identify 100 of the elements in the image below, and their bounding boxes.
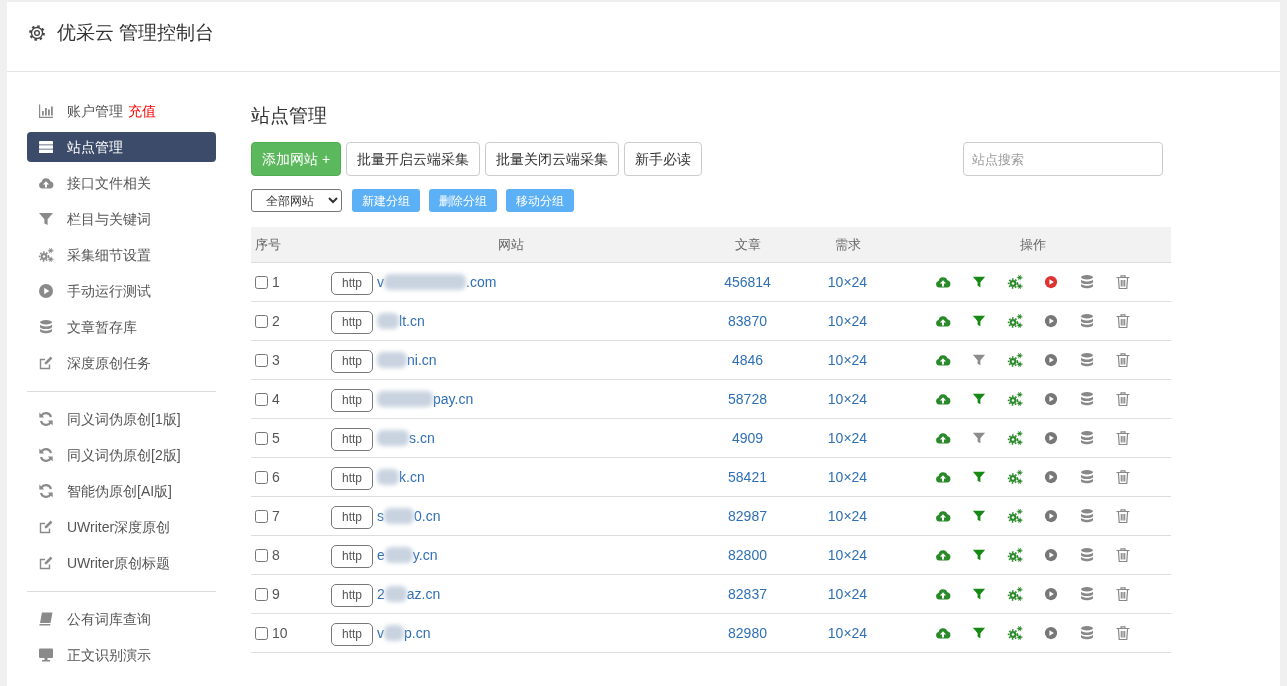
trash-icon[interactable] [1115,547,1131,563]
site-link[interactable]: v .com [377,271,497,293]
trash-icon[interactable] [1115,586,1131,602]
row-checkbox[interactable] [255,509,268,523]
http-button[interactable]: http [331,583,373,607]
play-icon[interactable] [1044,275,1058,289]
cloud-upload-icon[interactable] [935,352,951,368]
article-count-link[interactable]: 82980 [728,622,767,644]
cloud-upload-icon[interactable] [935,508,951,524]
gears-icon[interactable] [1007,547,1023,563]
sidebar-item[interactable]: 接口文件相关 [27,168,216,198]
sidebar-item[interactable]: 站点管理 [27,132,216,162]
gears-icon[interactable] [1007,274,1023,290]
article-count-link[interactable]: 83870 [728,310,767,332]
gears-icon[interactable] [1007,352,1023,368]
trash-icon[interactable] [1115,625,1131,641]
toolbar-button[interactable]: 批量关闭云端采集 [485,142,620,176]
demand-link[interactable]: 10×24 [827,427,868,449]
http-button[interactable]: http [331,622,373,646]
site-link[interactable]: pay.cn [377,388,474,410]
cloud-upload-icon[interactable] [935,391,951,407]
sidebar-item[interactable]: 采集细节设置 [27,240,216,270]
demand-link[interactable]: 10×24 [827,388,868,410]
cloud-upload-icon[interactable] [935,313,951,329]
sidebar-item[interactable]: 手动运行测试 [27,276,216,306]
article-count-link[interactable]: 82837 [728,583,767,605]
trash-icon[interactable] [1115,469,1131,485]
sidebar-item[interactable]: 深度原创任务 [27,348,216,378]
filter-icon[interactable] [972,353,986,367]
site-link[interactable]: s 0.cn [377,505,441,527]
play-icon[interactable] [1044,353,1058,367]
http-button[interactable]: http [331,349,373,373]
row-checkbox[interactable] [255,587,268,601]
cloud-upload-icon[interactable] [935,469,951,485]
database-icon[interactable] [1079,274,1095,290]
sidebar-item[interactable]: 正文识别演示 [27,640,216,670]
article-count-link[interactable]: 58421 [728,466,767,488]
gears-icon[interactable] [1007,313,1023,329]
demand-link[interactable]: 10×24 [827,349,868,371]
site-link[interactable]: v p.cn [377,622,431,644]
play-icon[interactable] [1044,470,1058,484]
sidebar-item[interactable]: UWriter深度原创 [27,512,216,542]
gears-icon[interactable] [1007,391,1023,407]
filter-icon[interactable] [972,431,986,445]
sidebar-item[interactable]: 公有词库查询 [27,604,216,634]
cloud-upload-icon[interactable] [935,547,951,563]
database-icon[interactable] [1079,430,1095,446]
filter-icon[interactable] [972,509,986,523]
toolbar-button[interactable]: 新手必读 [624,142,703,176]
sidebar-item[interactable]: 同义词伪原创[2版] [27,440,216,470]
database-icon[interactable] [1079,352,1095,368]
cloud-upload-icon[interactable] [935,430,951,446]
trash-icon[interactable] [1115,508,1131,524]
site-link[interactable]: 2 az.cn [377,583,441,605]
filter-icon[interactable] [972,392,986,406]
row-checkbox[interactable] [255,548,268,562]
gears-icon[interactable] [1007,508,1023,524]
article-count-link[interactable]: 4846 [731,349,764,371]
filter-icon[interactable] [972,548,986,562]
gears-icon[interactable] [1007,625,1023,641]
demand-link[interactable]: 10×24 [827,583,868,605]
sidebar-item[interactable]: 智能伪原创[AI版] [27,476,216,506]
http-button[interactable]: http [331,466,373,490]
http-button[interactable]: http [331,427,373,451]
gears-icon[interactable] [1007,586,1023,602]
http-button[interactable]: http [331,505,373,529]
trash-icon[interactable] [1115,313,1131,329]
filter-icon[interactable] [972,314,986,328]
play-icon[interactable] [1044,548,1058,562]
row-checkbox[interactable] [255,353,268,367]
group-select[interactable]: 全部网站 [251,189,342,212]
sidebar-item[interactable]: 栏目与关键词 [27,204,216,234]
http-button[interactable]: http [331,310,373,334]
http-button[interactable]: http [331,271,373,295]
database-icon[interactable] [1079,391,1095,407]
play-icon[interactable] [1044,587,1058,601]
database-icon[interactable] [1079,586,1095,602]
gears-icon[interactable] [1007,469,1023,485]
recharge-link[interactable]: 充值 [128,100,156,122]
cloud-upload-icon[interactable] [935,274,951,290]
toolbar-button[interactable]: 批量开启云端采集 [346,142,481,176]
filter-icon[interactable] [972,587,986,601]
sidebar-item[interactable]: UWriter原创标题 [27,548,216,578]
filter-icon[interactable] [972,470,986,484]
row-checkbox[interactable] [255,314,268,328]
filter-icon[interactable] [972,275,986,289]
site-link[interactable]: e y.cn [377,544,438,566]
database-icon[interactable] [1079,313,1095,329]
article-count-link[interactable]: 4909 [731,427,764,449]
article-count-link[interactable]: 58728 [728,388,767,410]
article-count-link[interactable]: 82987 [728,505,767,527]
sidebar-item[interactable]: 文章暂存库 [27,312,216,342]
database-icon[interactable] [1079,547,1095,563]
trash-icon[interactable] [1115,352,1131,368]
demand-link[interactable]: 10×24 [827,505,868,527]
play-icon[interactable] [1044,626,1058,640]
demand-link[interactable]: 10×24 [827,622,868,644]
row-checkbox[interactable] [255,392,268,406]
row-checkbox[interactable] [255,626,268,640]
sidebar-item[interactable]: 账户管理 充值 [27,96,216,126]
